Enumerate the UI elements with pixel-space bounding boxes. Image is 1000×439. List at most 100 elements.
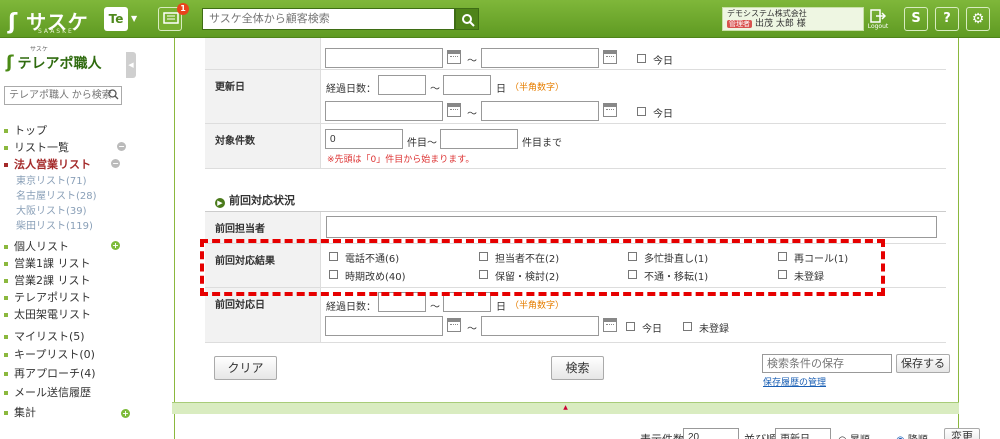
count-end-text: 件目まで — [522, 138, 562, 149]
section-title: ▶ 前回対応状況 — [215, 192, 295, 208]
search-button[interactable]: 検索 — [551, 356, 604, 380]
sidebar-item-list[interactable]: リスト一覧 — [4, 139, 69, 155]
elapsed-label: 経過日数： — [326, 84, 376, 95]
company-name: デモシステム株式会社 — [727, 9, 807, 18]
today-label: 今日 — [653, 56, 673, 67]
calendar-icon[interactable] — [603, 50, 617, 64]
sidebar-subitem[interactable]: 大阪リスト(39) — [16, 202, 87, 217]
search-icon[interactable] — [108, 89, 119, 100]
sidebar: ʃサスケテレアポ職人 トップ リスト一覧 − 法人営業リスト − 東京リスト(7… — [0, 38, 130, 439]
count-from-input[interactable] — [325, 129, 403, 149]
day-unit: 日 — [496, 302, 506, 313]
collapse-icon[interactable]: − — [111, 159, 120, 168]
te-app-button[interactable]: Te — [104, 7, 128, 31]
save-history-link[interactable]: 保存履歴の管理 — [763, 375, 826, 388]
display-count-select[interactable] — [683, 428, 739, 439]
updated-from-input[interactable] — [325, 101, 443, 121]
count-to-input[interactable] — [440, 129, 518, 149]
prev-date-label: 前回対応日 — [205, 288, 321, 342]
saaske-icon[interactable]: S — [904, 7, 928, 31]
sidebar-collapse-toggle[interactable]: ◀ — [126, 52, 136, 78]
prev-person-input[interactable] — [326, 216, 937, 238]
sidebar-subitem[interactable]: 名古屋リスト(28) — [16, 187, 97, 202]
today-checkbox[interactable] — [637, 54, 646, 63]
today-label: 今日 — [642, 324, 662, 335]
sort-label: 並び順 — [744, 431, 777, 439]
form-row-count: 対象件数 — [205, 124, 946, 169]
message-icon — [163, 12, 179, 24]
collapse-icon[interactable]: − — [117, 142, 126, 151]
updated-label: 更新日 — [205, 70, 321, 123]
sidebar-search-input[interactable] — [4, 86, 122, 105]
prev-date-to-input[interactable] — [481, 316, 599, 336]
clear-button[interactable]: クリア — [214, 356, 277, 380]
logout-label: Logout — [867, 23, 889, 30]
sidebar-item-sales2[interactable]: 営業2課 リスト — [4, 272, 91, 288]
save-button[interactable]: 保存する — [896, 354, 950, 373]
top-header: ʃ サスケ SAASKE Te ▼ 1 デモシステム株式会社 管理者出茂 太郎 … — [0, 0, 1000, 38]
app-logo-icon: ʃ — [6, 52, 14, 73]
date-to-input[interactable] — [481, 48, 599, 68]
count-note: ※先頭は「0」件目から始まります。 — [327, 155, 475, 165]
user-info[interactable]: デモシステム株式会社 管理者 出茂 太郎 様 — [722, 7, 864, 31]
today-checkbox[interactable] — [637, 107, 646, 116]
sidebar-item-corporate[interactable]: 法人営業リスト — [4, 156, 91, 172]
tilde-text: ～ — [467, 56, 477, 67]
halfwidth-hint: （半角数字） — [510, 83, 565, 93]
count-mid-text: 件目～ — [407, 138, 437, 149]
updated-to-input[interactable] — [481, 101, 599, 121]
sidebar-subitem[interactable]: 柴田リスト(119) — [16, 217, 93, 232]
tilde-text: ～ — [467, 109, 477, 120]
sidebar-item-mail-history[interactable]: メール送信履歴 — [4, 384, 91, 400]
sidebar-item-ota[interactable]: 太田架電リスト — [4, 306, 91, 322]
notification-badge: 1 — [177, 3, 189, 15]
help-icon[interactable]: ? — [935, 7, 959, 31]
sidebar-item-sales1[interactable]: 営業1課 リスト — [4, 255, 91, 271]
expand-icon[interactable]: + — [111, 241, 120, 250]
tilde-text: ～ — [467, 324, 477, 335]
logo-subtitle: SAASKE — [38, 28, 74, 35]
user-name: 出茂 太郎 様 — [755, 19, 806, 29]
global-search-button[interactable] — [455, 8, 479, 30]
app-title[interactable]: ʃ サスケ テレアポ職人 — [6, 46, 101, 73]
today-label: 今日 — [653, 109, 673, 120]
sidebar-item-stats[interactable]: 集計 — [4, 404, 36, 420]
save-condition-input[interactable] — [762, 354, 892, 373]
sidebar-subitem[interactable]: 東京リスト(71) — [16, 172, 87, 187]
panel-toggle-bar[interactable]: ▲ — [172, 402, 959, 414]
display-count-label: 表示件数 — [640, 431, 684, 439]
sidebar-item-teleapo[interactable]: テレアポリスト — [4, 289, 91, 305]
desc-radio[interactable]: ◉ 降順 — [896, 431, 928, 439]
today-checkbox[interactable] — [626, 322, 635, 331]
elapsed-label: 経過日数： — [326, 302, 376, 313]
calendar-icon[interactable] — [447, 318, 461, 332]
asc-radio[interactable]: ○ 昇順 — [838, 431, 870, 439]
sidebar-item-keeplist[interactable]: キープリスト(0) — [4, 346, 95, 362]
gear-icon[interactable]: ⚙ — [966, 7, 990, 31]
count-label: 対象件数 — [205, 124, 321, 168]
calendar-icon[interactable] — [447, 103, 461, 117]
calendar-icon[interactable] — [603, 103, 617, 117]
calendar-icon[interactable] — [447, 50, 461, 64]
chevron-down-icon[interactable]: ▼ — [131, 14, 137, 23]
date-from-input[interactable] — [325, 48, 443, 68]
sort-select[interactable] — [775, 428, 831, 439]
sidebar-item-top[interactable]: トップ — [4, 122, 47, 138]
sidebar-item-personal[interactable]: 個人リスト — [4, 238, 69, 254]
unregistered-checkbox[interactable] — [683, 322, 692, 331]
elapsed-from-input[interactable] — [378, 75, 426, 95]
arrow-right-icon: ▶ — [215, 198, 225, 208]
sidebar-item-reapproach[interactable]: 再アプローチ(4) — [4, 365, 96, 381]
tilde-text: ～ — [430, 302, 440, 313]
elapsed-to-input[interactable] — [443, 75, 491, 95]
unregistered-label: 未登録 — [699, 324, 729, 335]
logout-button[interactable]: Logout — [866, 7, 890, 31]
expand-icon[interactable]: + — [121, 409, 130, 418]
admin-badge: 管理者 — [727, 20, 752, 28]
apply-button[interactable]: 変更 — [944, 428, 980, 439]
logout-icon — [870, 9, 887, 23]
prev-date-from-input[interactable] — [325, 316, 443, 336]
global-search-input[interactable] — [202, 8, 455, 30]
sidebar-item-mylist[interactable]: マイリスト(5) — [4, 328, 85, 344]
calendar-icon[interactable] — [603, 318, 617, 332]
